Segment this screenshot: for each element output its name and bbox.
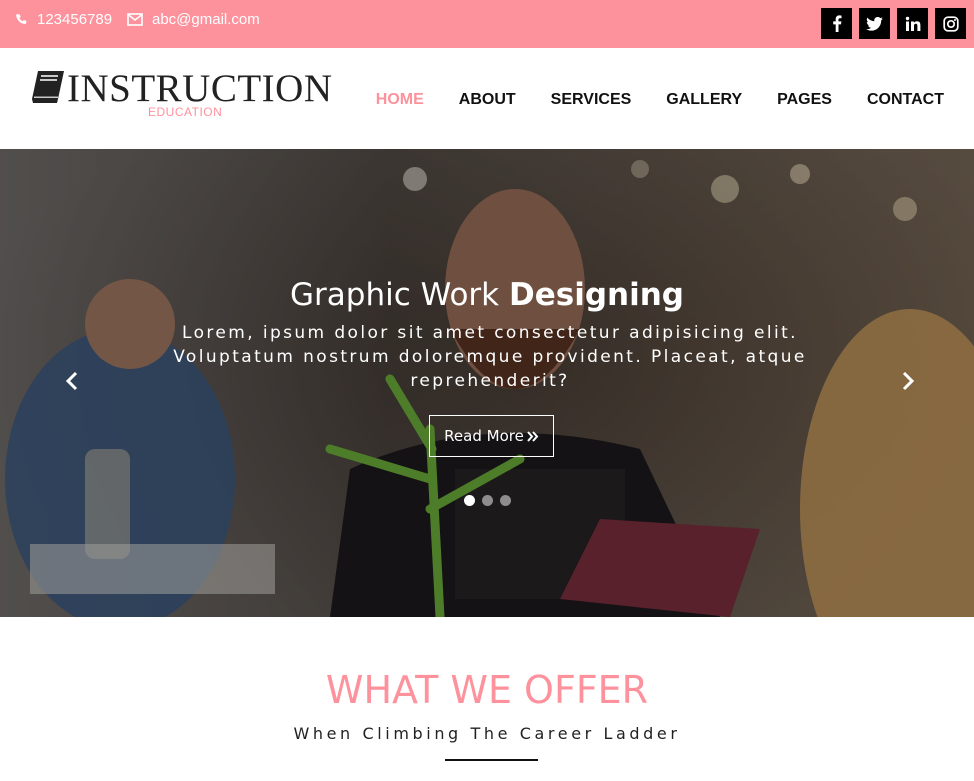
nav-about[interactable]: ABOUT (459, 91, 516, 109)
book-icon (32, 71, 64, 103)
site-logo[interactable]: INSTRUCTION EDUCATION (30, 66, 340, 126)
email-contact[interactable]: abc@gmail.com (127, 11, 260, 28)
phone-icon (16, 13, 27, 24)
nav-contact[interactable]: CONTACT (867, 91, 944, 109)
phone-contact[interactable]: 123456789 (15, 11, 112, 28)
nav-pages[interactable]: PAGES (777, 91, 832, 109)
hero-title-bold: Designing (508, 277, 684, 313)
nav-services[interactable]: SERVICES (551, 91, 632, 109)
email-address: abc@gmail.com (152, 11, 260, 28)
facebook-icon[interactable] (821, 8, 852, 39)
offer-title: WHAT WE OFFER (325, 668, 649, 712)
chevron-right-icon[interactable] (900, 371, 916, 397)
site-header: INSTRUCTION EDUCATION HOME ABOUT SERVICE… (0, 48, 974, 149)
offer-divider (445, 759, 538, 761)
chevron-left-icon[interactable] (64, 371, 80, 397)
nav-gallery[interactable]: GALLERY (666, 91, 742, 109)
phone-number: 123456789 (37, 11, 113, 28)
offer-subtitle: When Climbing The Career Ladder (293, 724, 681, 743)
main-nav: HOME ABOUT SERVICES GALLERY PAGES CONTAC… (341, 91, 944, 109)
double-chevron-right-icon (527, 430, 539, 442)
read-more-button[interactable]: Read More (429, 415, 554, 457)
slider-indicators (464, 495, 511, 506)
instagram-icon[interactable] (935, 8, 966, 39)
slide-indicator-1[interactable] (464, 495, 475, 506)
top-bar: 123456789 abc@gmail.com (0, 0, 974, 48)
hero-title: Graphic Work Designing (0, 277, 974, 313)
slide-indicator-3[interactable] (500, 495, 511, 506)
read-more-label: Read More (444, 427, 524, 445)
twitter-icon[interactable] (859, 8, 890, 39)
hero-title-light: Graphic Work (290, 277, 509, 313)
slide-indicator-2[interactable] (482, 495, 493, 506)
nav-home[interactable]: HOME (376, 91, 424, 109)
social-links (821, 8, 966, 39)
envelope-icon (127, 13, 143, 26)
hero-text: Lorem, ipsum dolor sit amet consectetur … (173, 323, 807, 391)
brand-subtitle: EDUCATION (148, 105, 223, 119)
linkedin-icon[interactable] (897, 8, 928, 39)
hero-slider: Graphic Work Designing Lorem, ipsum dolo… (0, 149, 974, 617)
